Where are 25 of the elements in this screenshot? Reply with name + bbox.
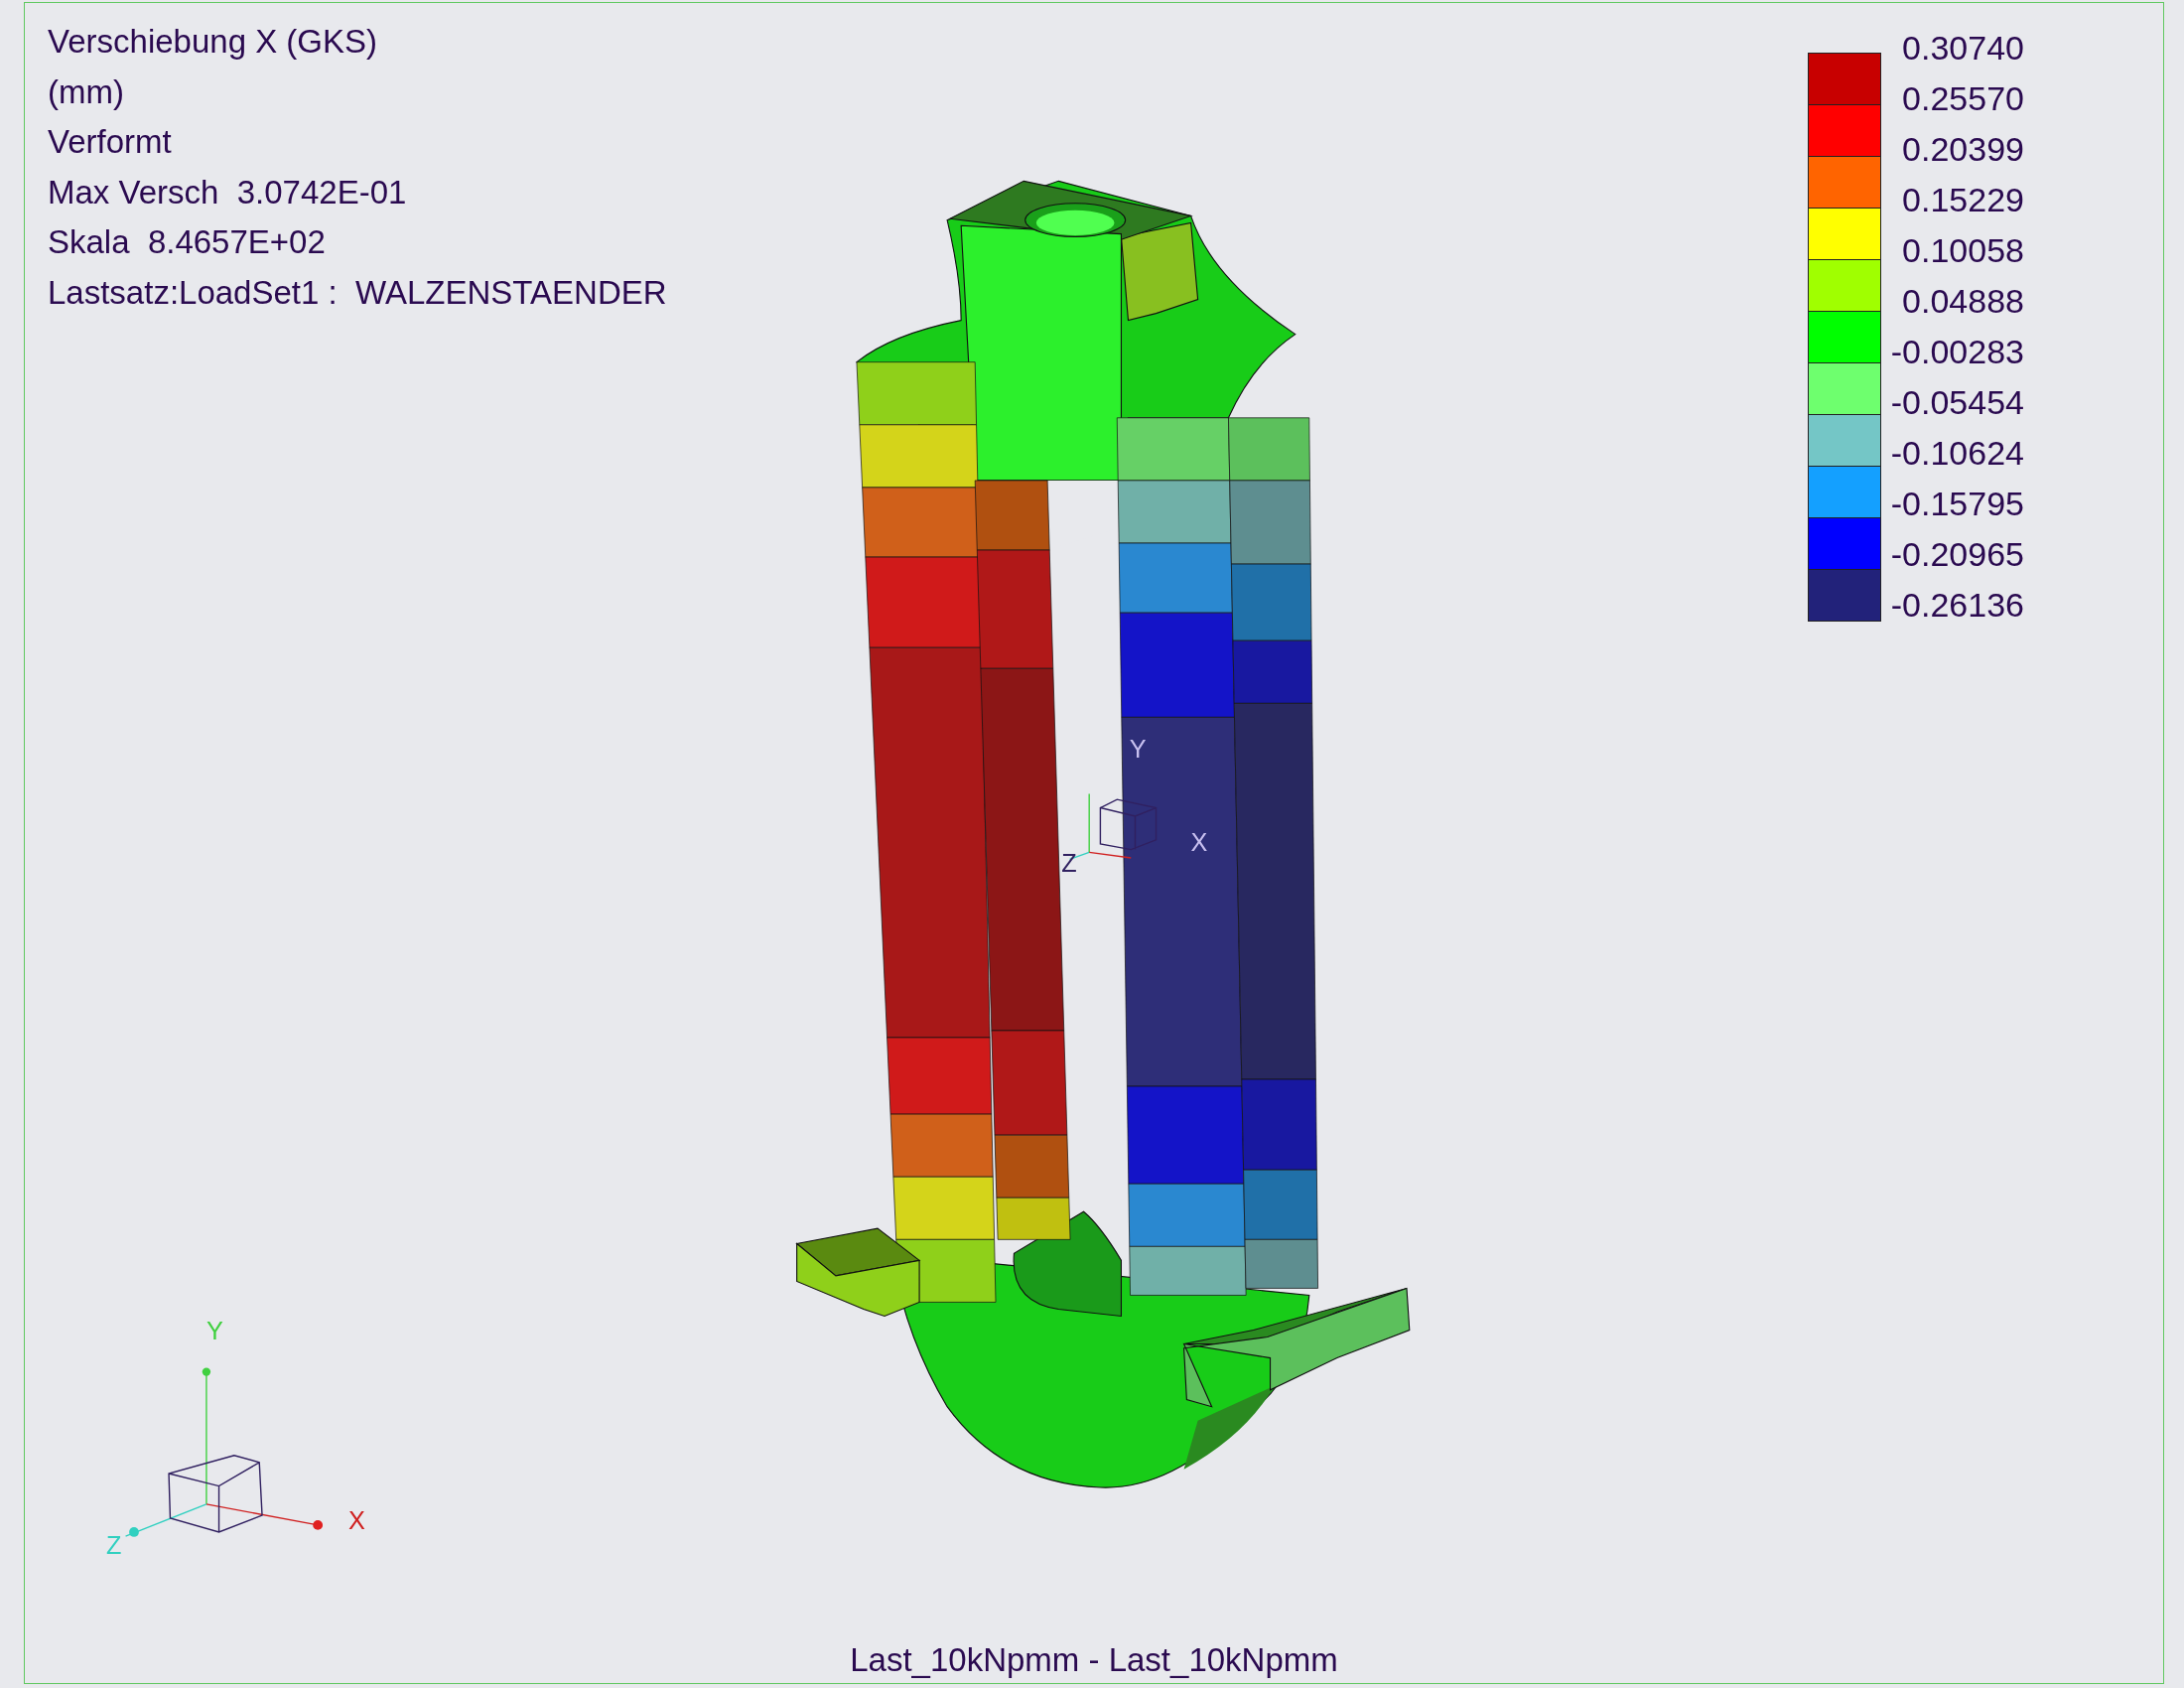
scale-value: 0.20399 bbox=[1902, 129, 2024, 170]
scale-value: 0.04888 bbox=[1902, 281, 2024, 322]
load-case-caption: Last_10kNpmm - Last_10kNpmm bbox=[850, 1641, 1338, 1679]
axis-label: Z bbox=[1061, 849, 1077, 878]
result-info-text: Lastsatz:LoadSet1 : WALZENSTAENDER bbox=[48, 272, 667, 313]
scale-value: -0.20965 bbox=[1890, 534, 2024, 575]
result-info-text: Max Versch 3.0742E-01 bbox=[48, 172, 407, 212]
scale-value: 0.15229 bbox=[1902, 180, 2024, 220]
scale-value: -0.15795 bbox=[1890, 484, 2024, 524]
scale-value: -0.26136 bbox=[1890, 585, 2024, 626]
axis-label: X bbox=[1190, 828, 1208, 856]
scale-value: -0.05454 bbox=[1890, 382, 2024, 423]
scale-value: 0.10058 bbox=[1902, 230, 2024, 271]
axis-label: Y bbox=[1129, 735, 1147, 764]
result-info-text: Skala 8.4657E+02 bbox=[48, 222, 326, 262]
axis-label: Y bbox=[205, 1317, 223, 1345]
axis-label: X bbox=[348, 1506, 365, 1535]
result-info-text: Verschiebung X (GKS) bbox=[48, 22, 377, 62]
scale-value: -0.00283 bbox=[1890, 332, 2024, 372]
result-info-text: (mm) bbox=[48, 71, 124, 112]
scale-value: 0.30740 bbox=[1902, 28, 2024, 69]
axis-label: Z bbox=[105, 1531, 122, 1560]
scale-value: -0.10624 bbox=[1890, 433, 2024, 474]
scale-value: 0.25570 bbox=[1902, 78, 2024, 119]
result-info-text: Verformt bbox=[48, 122, 172, 162]
